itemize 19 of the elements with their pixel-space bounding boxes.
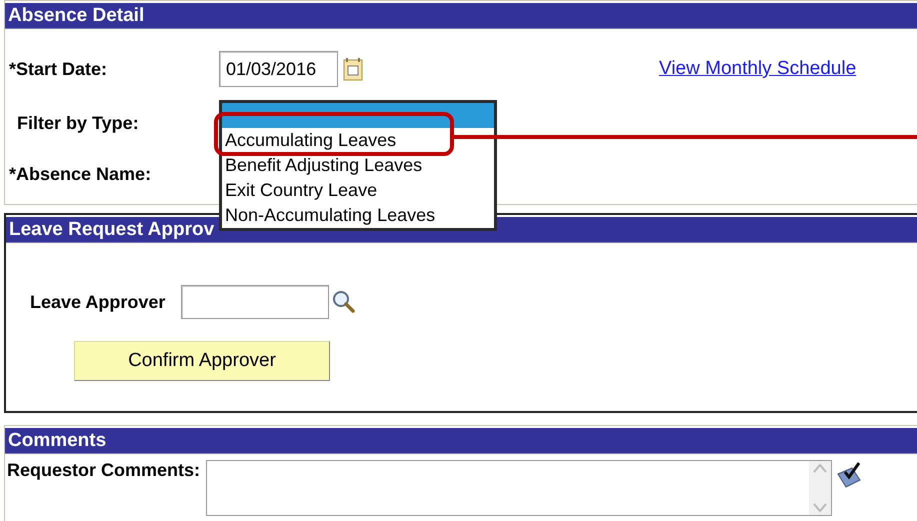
field-label: Leave Approver: [30, 292, 166, 312]
field-label: *Start Date:: [9, 58, 108, 80]
scroll-down-icon[interactable]: [812, 501, 828, 515]
approver-field[interactable]: [181, 285, 330, 319]
dropdown-list[interactable]: Accumulating Leaves Benefit Adjusting Leaves Exit Country Leave Non-Accumulating Leaves: [219, 100, 497, 231]
search-icon[interactable]: [332, 290, 356, 314]
comments-field[interactable]: [206, 460, 832, 516]
section-header: Comments: [5, 428, 917, 454]
field-label: Filter by Type:: [16, 112, 140, 134]
field-label: *Absence Name:: [9, 164, 152, 184]
scrollbar[interactable]: [809, 461, 832, 515]
date-field[interactable]: 01/03/2016: [219, 51, 338, 87]
scroll-up-icon[interactable]: [812, 461, 828, 475]
calendar-icon[interactable]: [343, 57, 363, 81]
field-label: Requestor Comments:: [7, 460, 200, 481]
schedule-link[interactable]: View Monthly Schedule: [659, 58, 856, 80]
confirm-approver-button[interactable]: Confirm Approver: [74, 341, 330, 381]
section-header: Absence Detail: [5, 3, 917, 29]
spell-check-icon[interactable]: [835, 460, 864, 490]
